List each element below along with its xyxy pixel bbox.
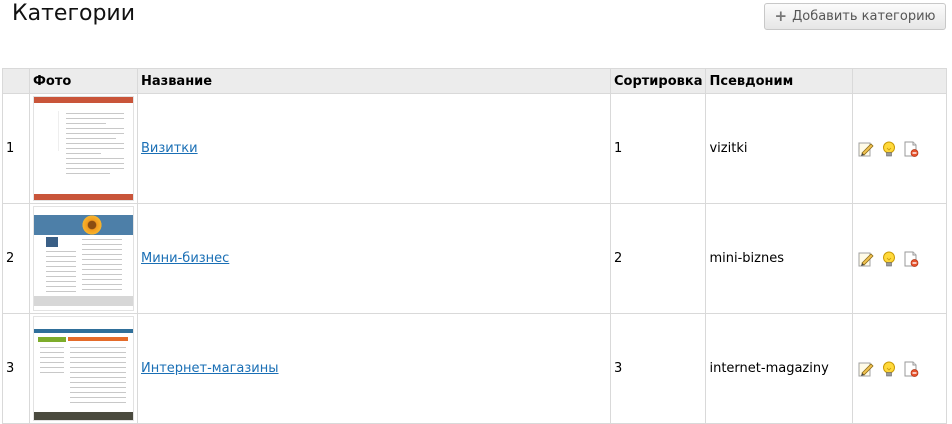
photo-cell: [29, 203, 138, 314]
category-thumbnail[interactable]: [33, 316, 134, 421]
col-actions-header: [852, 68, 947, 94]
delete-icon[interactable]: [903, 251, 919, 267]
name-cell: Мини-бизнес: [137, 203, 611, 314]
actions-cell: [852, 203, 947, 314]
row-number: 3: [2, 313, 30, 424]
row-number: 2: [2, 203, 30, 314]
lightbulb-icon[interactable]: [881, 251, 897, 267]
sort-cell: 2: [609, 203, 707, 314]
alias-cell: mini-biznes: [705, 203, 854, 314]
category-link[interactable]: Мини-бизнес: [141, 251, 229, 266]
sort-cell: 1: [609, 93, 707, 204]
actions-cell: [852, 93, 947, 204]
name-cell: Визитки: [137, 93, 611, 204]
col-alias-header: Псевдоним: [705, 68, 854, 94]
alias-cell: internet-magaziny: [705, 313, 854, 424]
lightbulb-icon[interactable]: [881, 141, 897, 157]
category-thumbnail[interactable]: [33, 206, 134, 311]
col-number-header: [2, 68, 30, 94]
photo-cell: [29, 313, 138, 424]
table-row: 1 Визитки 1 vizitki: [2, 93, 947, 204]
page-title: Категории: [12, 1, 136, 26]
edit-icon[interactable]: [858, 251, 874, 267]
add-category-button[interactable]: + Добавить категорию: [764, 3, 946, 30]
category-thumbnail[interactable]: [33, 96, 134, 201]
col-name-header: Название: [137, 68, 611, 94]
photo-cell: [29, 93, 138, 204]
plus-icon: +: [774, 7, 788, 25]
categories-table: Фото Название Сортировка Псевдоним 1 Виз…: [2, 68, 947, 424]
alias-cell: vizitki: [705, 93, 854, 204]
delete-icon[interactable]: [903, 361, 919, 377]
add-category-label: Добавить категорию: [792, 9, 936, 24]
category-link[interactable]: Интернет-магазины: [141, 361, 279, 376]
col-photo-header: Фото: [29, 68, 138, 94]
name-cell: Интернет-магазины: [137, 313, 611, 424]
lightbulb-icon[interactable]: [881, 361, 897, 377]
actions-cell: [852, 313, 947, 424]
row-number: 1: [2, 93, 30, 204]
delete-icon[interactable]: [903, 141, 919, 157]
col-sort-header: Сортировка: [609, 68, 707, 94]
table-row: 2 Мини-бизнес 2 mini-biznes: [2, 203, 947, 314]
category-link[interactable]: Визитки: [141, 141, 198, 156]
edit-icon[interactable]: [858, 361, 874, 377]
edit-icon[interactable]: [858, 141, 874, 157]
sort-cell: 3: [609, 313, 707, 424]
table-row: 3 Интернет-магазины 3 internet-magaziny: [2, 313, 947, 424]
table-header-row: Фото Название Сортировка Псевдоним: [2, 68, 947, 94]
